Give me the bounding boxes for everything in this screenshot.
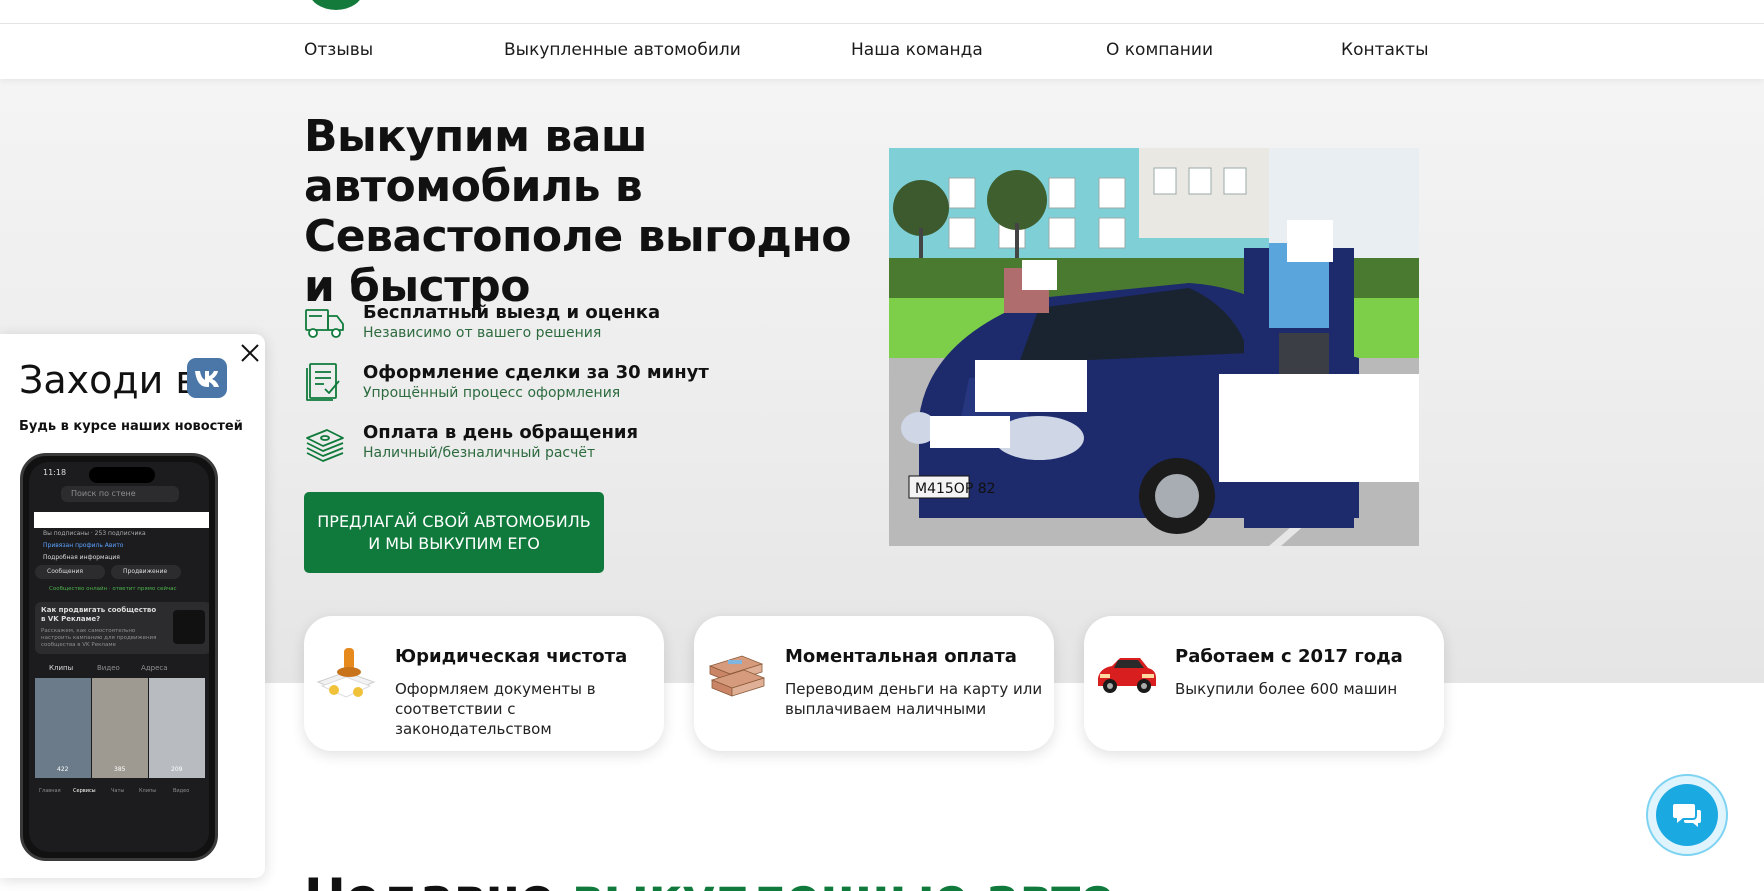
phone-promo-text: Расскажем, как самостоятельно настроить … [41,628,157,648]
phone-tab-address: Адреса [141,664,168,672]
chat-widget-button[interactable] [1646,774,1728,856]
card-legal-purity: Юридическая чистота Оформляем документы … [304,616,664,751]
vk-logo-glyph [195,371,219,387]
phone-bottom-nav-chats: Чаты [111,788,125,794]
recent-cars-title: Недавно выкупленные авто [304,868,1115,891]
hero-title: Выкупим ваш автомобиль в Севастополе выг… [304,111,852,312]
card-text: Выкупили более 600 машин [1175,680,1398,698]
phone-more-info: Подробная информация [43,554,120,561]
card-title: Работаем с 2017 года [1175,646,1403,667]
phone-messages-button: Сообщения [35,565,105,579]
card-title: Юридическая чистота [395,646,628,667]
phone-clip-count: 385 [114,766,126,773]
chat-widget-inner [1656,784,1718,846]
phone-promotion-button: Продвижение [111,565,181,579]
nav-item-contacts[interactable]: Контакты [1341,40,1429,60]
stamp-icon [316,648,376,698]
vk-popup-title: Заходи в [19,358,198,402]
car-photo-illustration: М415ОР 82 [889,148,1419,546]
truck-icon [305,309,344,338]
phone-avito-link: Привязан профиль Авито [43,542,124,549]
card-title: Моментальная оплата [785,646,1017,667]
close-popup-button[interactable] [237,340,263,366]
phone-tab-video: Видео [97,664,120,672]
phone-promotion-label: Продвижение [123,568,168,575]
phone-screen: 11:18 Поиск по стене Вы подписаны · 253 … [29,462,209,852]
top-bar [0,0,1764,24]
phone-search-placeholder: Поиск по стене [71,489,136,498]
red-car-icon [1098,658,1156,693]
phone-tab-clips: Клипы [49,664,74,672]
logo[interactable] [309,0,363,10]
feature-title: Бесплатный выезд и оценка [363,302,661,323]
money-stack-icon [306,429,344,462]
chat-bubbles-icon [1673,804,1701,827]
nav-item-reviews[interactable]: Отзывы [304,40,373,60]
phone-time: 11:18 [43,468,67,477]
card-since-2017: Работаем с 2017 года Выкупили более 600 … [1084,616,1444,751]
phone-bottom-nav-services: Сервисы [73,788,96,794]
card-text: Оформляем документы в соответствии с зак… [395,680,596,738]
recent-cars-title-part1: Недавно [304,868,572,891]
vk-popup: Заходи в Будь в курсе наших новостей 11:… [0,334,265,878]
feature-subtitle: Независимо от вашего решения [363,325,602,341]
vk-logo-icon[interactable] [187,358,227,398]
nav-item-team[interactable]: Наша команда [851,40,983,60]
phone-clip-thumb: 422 [35,678,91,778]
phone-bottom-nav-clips: Клипы [139,788,157,794]
document-check-icon [306,363,340,401]
card-instant-payment: Моментальная оплата Переводим деньги на … [694,616,1054,751]
main-nav: Отзывы Выкупленные автомобили Наша коман… [0,24,1764,79]
phone-clip-count: 209 [171,766,183,773]
phone-clip-thumb: 209 [149,678,205,778]
redacted-area [1219,374,1419,482]
redacted-area [930,416,1010,448]
feature-title: Оплата в день обращения [363,422,639,443]
phone-messages-label: Сообщения [47,568,84,575]
offer-car-button[interactable]: ПРЕДЛАГАЙ СВОЙ АВТОМОБИЛЬ И МЫ ВЫКУПИМ Е… [304,492,604,573]
nav-item-about[interactable]: О компании [1106,40,1213,60]
redacted-face [1287,220,1333,262]
promo-graphic-icon [173,610,205,644]
phone-subscribers: Вы подписаны · 253 подписчика [43,530,146,537]
feature-subtitle: Наличный/безналичный расчёт [363,445,596,461]
vk-popup-subtitle: Будь в курсе наших новостей [19,419,243,434]
phone-promo-title: Как продвигать сообщество в VK Рекламе? [41,606,157,623]
redacted-area [975,360,1087,412]
nav-item-bought-cars[interactable]: Выкупленные автомобили [504,40,741,60]
cash-icon [708,655,766,697]
feature-subtitle: Упрощённый процесс оформления [363,385,621,401]
phone-online-status: Сообщество онлайн · ответит прямо сейчас [49,586,177,592]
license-plate-text: М415ОР 82 [915,481,996,497]
recent-cars-title-part2: выкупленные авто [572,868,1115,891]
redacted-face [1022,260,1057,290]
phone-search-bar: Поиск по стене [61,486,179,502]
phone-promo-card: Как продвигать сообщество в VK Рекламе? … [35,602,209,654]
phone-bottom-nav-video: Видео [173,788,190,794]
phone-clip-count: 422 [57,766,69,773]
phone-bottom-nav-home: Главная [39,788,61,794]
feature-title: Оформление сделки за 30 минут [363,362,709,383]
phone-notch [89,467,155,483]
card-text: Переводим деньги на карту или выплачивае… [785,680,1043,718]
hero-photo: М415ОР 82 [889,148,1419,546]
close-icon [241,344,259,362]
phone-clip-thumb: 385 [92,678,148,778]
redacted-community-name [34,512,209,528]
phone-mockup[interactable]: 11:18 Поиск по стене Вы подписаны · 253 … [20,453,218,861]
